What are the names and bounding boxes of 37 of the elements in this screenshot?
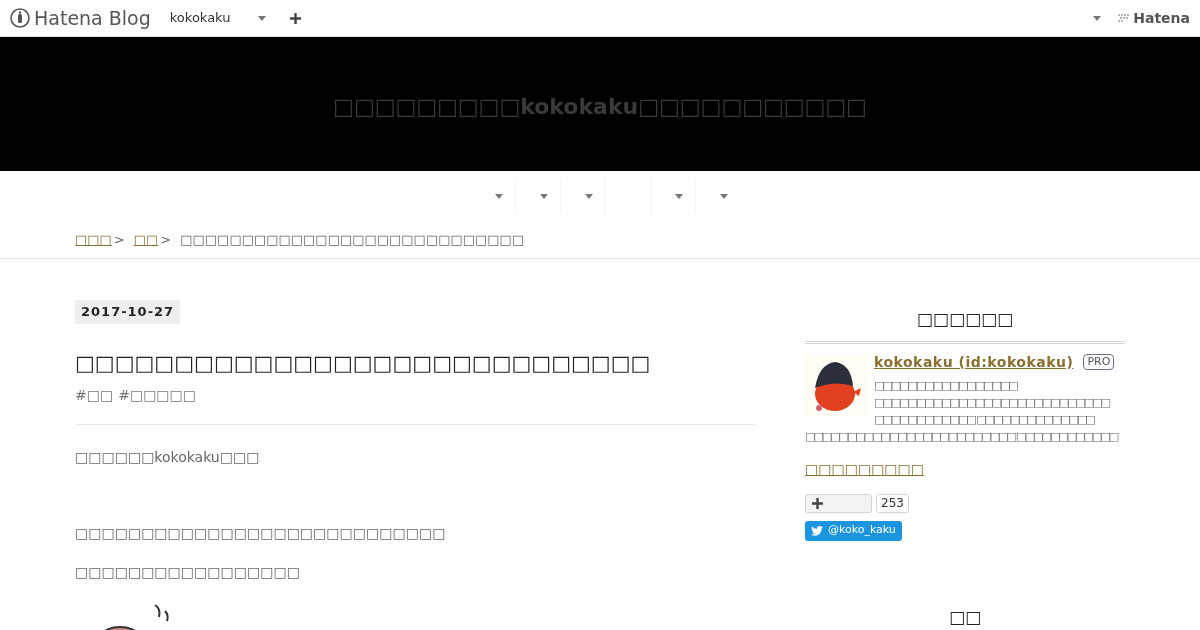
sidebar-heading: □□□□□□ (805, 307, 1125, 344)
caret-icon (675, 193, 683, 199)
pro-badge: PRO (1083, 354, 1115, 370)
bird-icon (811, 525, 823, 536)
body-paragraph: □□□□□□□□□□□□□□□□□ (75, 563, 301, 582)
caret-icon (495, 193, 503, 199)
caret-icon (257, 15, 266, 21)
plus-icon[interactable] (289, 12, 301, 24)
entry-tag[interactable]: #□□ (75, 385, 114, 406)
blog-logo[interactable]: Hatena Blog (34, 8, 151, 28)
entry-title[interactable]: □□□□□□□□□□□□□□□□□□□□□□□□□□□□□ (75, 347, 755, 379)
breadcrumb-link[interactable]: □□ (133, 229, 159, 250)
profile-name-link[interactable]: kokokaku (id:kokokaku) (874, 353, 1074, 371)
body-paragraph: □□□□□□kokokaku□□□ (75, 448, 261, 467)
caret-icon[interactable] (1093, 15, 1102, 21)
entry-tag[interactable]: #□□□□□ (118, 385, 197, 406)
breadcrumb-current: □□□□□□□□□□□□□□□□□□□□□□□□□□□□ (180, 230, 525, 249)
profile-description: □□□□□□□□□□□□□□□□□□□□□□□□□ □□□□□□□□□□□□ (805, 428, 1118, 445)
breadcrumb-separator: > (113, 230, 125, 249)
breadcrumb-link[interactable]: □□□ (75, 229, 112, 250)
hatena-logo[interactable]: Hatena (1133, 7, 1190, 29)
bookmark-count: 253 (876, 493, 909, 513)
breadcrumb-separator: > (160, 230, 172, 249)
hatena-logo-icon[interactable] (1117, 13, 1132, 23)
body-paragraph: □□□□□□□□□□□□□□□□□□□□□□□□□□□□ (75, 524, 447, 543)
caret-icon (585, 193, 593, 199)
bookmark-button[interactable] (805, 493, 872, 513)
blog-switcher[interactable]: kokokaku (169, 8, 266, 28)
sidebar-heading: □□ (947, 605, 983, 629)
caret-icon (720, 193, 728, 199)
entry-date: 2017-10-27 (75, 300, 181, 324)
blog-logo-icon[interactable] (10, 8, 30, 28)
profile-description: □□□□□□□□□□□□□□□□□ □□□□□□□□□□□□□□□□□□□□□□□□□□□□ □□□□□□□□□□□□ □□□□□□□□□□□□□□ (874, 377, 1111, 428)
plus-icon (812, 497, 823, 509)
caret-icon (540, 193, 548, 199)
twitter-follow-button[interactable]: @koko_kaku (805, 520, 902, 541)
profile-link[interactable]: □□□□□□□□□ (805, 458, 925, 480)
